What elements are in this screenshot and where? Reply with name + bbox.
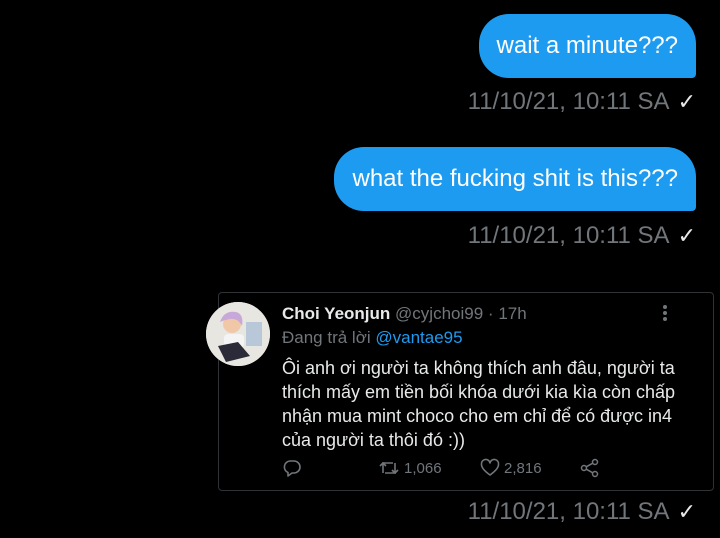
tweet-header: Choi Yeonjun @cyjchoi99 · 17h	[282, 304, 527, 324]
message-meta: 11/10/21, 10:11 SA ✓	[468, 222, 696, 250]
heart-icon	[480, 458, 500, 478]
replying-to-label: Đang trả lời	[282, 328, 371, 347]
share-button[interactable]	[580, 458, 600, 478]
avatar[interactable]	[206, 302, 270, 366]
replying-to: Đang trả lời @vantae95	[282, 328, 463, 348]
checkmark-icon: ✓	[677, 89, 696, 114]
share-icon	[580, 458, 600, 478]
checkmark-icon: ✓	[677, 223, 696, 248]
reply-mention-link[interactable]: @vantae95	[375, 328, 462, 347]
message-meta: 11/10/21, 10:11 SA ✓	[468, 498, 696, 526]
more-icon[interactable]	[662, 304, 668, 327]
retweet-count: 1,066	[404, 459, 442, 477]
tweet-author-name[interactable]: Choi Yeonjun	[282, 304, 390, 323]
reply-button[interactable]	[282, 458, 302, 478]
dm-conversation: wait a minute??? 11/10/21, 10:11 SA ✓ wh…	[0, 0, 720, 538]
retweet-button[interactable]: 1,066	[378, 458, 442, 478]
tweet-separator: ·	[487, 304, 494, 323]
tweet-text: Ôi anh ơi người ta không thích anh đâu, …	[282, 358, 676, 450]
tweet-actions: 1,066 2,816	[282, 458, 612, 478]
reply-icon	[282, 458, 302, 478]
message-timestamp: 11/10/21, 10:11 SA	[467, 222, 670, 249]
message-meta: 11/10/21, 10:11 SA ✓	[468, 88, 696, 116]
tweet-time[interactable]: 17h	[498, 304, 526, 323]
retweet-icon	[378, 458, 400, 478]
checkmark-icon: ✓	[677, 499, 696, 524]
message-bubble[interactable]: what the fucking shit is this???	[334, 147, 696, 211]
message-timestamp: 11/10/21, 10:11 SA	[467, 498, 670, 525]
message-bubble[interactable]: wait a minute???	[478, 14, 696, 78]
message-timestamp: 11/10/21, 10:11 SA	[467, 88, 670, 115]
like-button[interactable]: 2,816	[480, 458, 542, 478]
like-count: 2,816	[504, 459, 542, 477]
tweet-author-handle[interactable]: @cyjchoi99	[395, 304, 483, 323]
